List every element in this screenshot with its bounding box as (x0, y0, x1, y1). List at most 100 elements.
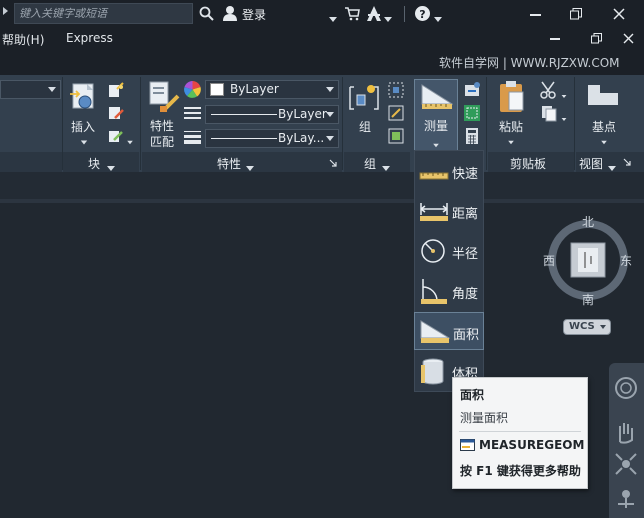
svg-text:?: ? (419, 8, 425, 21)
steering-wheel-icon[interactable] (614, 376, 638, 400)
quick-select-icon[interactable] (463, 104, 481, 122)
id-point-icon[interactable] (463, 81, 481, 99)
login-link[interactable]: 登录 (242, 6, 266, 23)
properties-dialog-launcher-icon[interactable] (329, 159, 337, 167)
color-dropdown[interactable]: ByLayer (205, 80, 339, 99)
help-icon[interactable]: ? (414, 5, 431, 22)
edit-block-icon[interactable] (107, 104, 125, 122)
ucs-menu[interactable]: WCS (563, 319, 611, 335)
panel-footer-block[interactable] (63, 152, 139, 172)
tooltip-help-hint: 按 F1 键获得更多帮助 (460, 464, 581, 478)
linetype-preview (211, 114, 277, 115)
tooltip-divider (459, 431, 581, 432)
menu-help[interactable]: 帮助(H) (2, 31, 44, 48)
linetype-icon[interactable] (184, 106, 201, 121)
menu-item-distance[interactable]: 距离 (414, 192, 484, 230)
match-properties-label-2[interactable]: 匹配 (150, 133, 174, 150)
color-wheel-icon[interactable] (184, 81, 201, 98)
groups-panel-title[interactable]: 组 (364, 155, 376, 172)
viewcube-west[interactable]: 西 (543, 252, 555, 269)
menu-item-quick[interactable]: 快速 (414, 152, 484, 190)
match-properties-icon[interactable] (148, 80, 180, 114)
lineweight-preview (211, 138, 277, 139)
viewcube-south[interactable]: 南 (582, 291, 594, 308)
paste-dropdown-arrow[interactable] (507, 134, 515, 148)
group-button[interactable]: 组 (359, 118, 371, 135)
viewcube-east[interactable]: 东 (620, 252, 632, 269)
measure-dropdown-arrow[interactable] (432, 137, 440, 151)
calculator-icon[interactable] (463, 127, 481, 145)
pan-hand-icon[interactable] (614, 420, 638, 444)
block-panel-title[interactable]: 块 (88, 155, 100, 172)
layer-dropdown[interactable] (0, 80, 61, 99)
panel-footer-groups[interactable] (344, 152, 410, 172)
panel-separator (140, 77, 141, 170)
view-dialog-launcher-icon[interactable] (623, 158, 631, 166)
area-icon (420, 320, 450, 343)
search-box[interactable] (14, 3, 193, 24)
copy-icon[interactable] (540, 104, 558, 122)
angle-icon (421, 279, 447, 304)
lineweight-icon[interactable] (184, 130, 201, 145)
attributes-dropdown-arrow[interactable] (126, 134, 134, 148)
base-view-icon[interactable] (586, 83, 620, 107)
view-panel-title[interactable]: 视图 (579, 155, 603, 172)
paste-button[interactable]: 粘贴 (499, 118, 523, 135)
panel-separator (574, 77, 575, 170)
quick-measure-icon (419, 172, 449, 180)
base-view-button[interactable]: 基点 (592, 118, 616, 135)
insert-dropdown-arrow[interactable] (80, 134, 88, 148)
menu-item-angle-label: 角度 (452, 287, 479, 302)
radius-icon (421, 239, 445, 263)
a360-dropdown-arrow[interactable] (384, 11, 392, 25)
user-icon[interactable] (222, 5, 238, 21)
orbit-icon[interactable] (614, 486, 638, 510)
cut-dropdown-arrow[interactable] (560, 88, 568, 102)
menu-item-angle[interactable]: 角度 (414, 272, 484, 310)
ungroup-icon[interactable] (387, 81, 405, 99)
minimize-icon[interactable] (530, 14, 541, 16)
panel-footer-layer (0, 152, 62, 172)
menu-item-radius[interactable]: 半径 (414, 232, 484, 270)
account-dropdown-arrow[interactable] (329, 11, 337, 25)
doc-minimize-icon[interactable] (550, 38, 560, 40)
restore-icon[interactable] (570, 8, 582, 20)
doc-close-icon[interactable] (623, 33, 634, 44)
panel-separator (486, 77, 487, 170)
measure-button-label: 测量 (424, 119, 449, 133)
menu-item-area[interactable]: 面积 (414, 312, 484, 350)
search-input[interactable] (15, 4, 192, 23)
block-attributes-icon[interactable] (107, 127, 125, 145)
autodesk-a360-icon[interactable] (366, 6, 382, 21)
volume-icon (421, 358, 444, 385)
linetype-dropdown-value: ByLayer (278, 107, 327, 121)
lineweight-dropdown-value: ByLay... (278, 131, 325, 145)
cart-icon[interactable] (345, 7, 360, 21)
help-dropdown-arrow[interactable] (434, 11, 442, 25)
clipboard-panel-title[interactable]: 剪贴板 (510, 155, 546, 172)
search-expand-icon[interactable] (3, 7, 8, 15)
paste-icon[interactable] (497, 80, 527, 114)
group-icon[interactable] (347, 81, 381, 115)
close-icon[interactable] (613, 8, 625, 20)
create-block-icon[interactable] (107, 81, 125, 99)
viewcube-north[interactable]: 北 (582, 213, 594, 230)
linetype-dropdown[interactable]: ByLayer (205, 105, 339, 124)
base-view-dropdown-arrow[interactable] (600, 134, 608, 148)
doc-restore-icon[interactable] (591, 33, 602, 44)
search-icon[interactable] (199, 6, 214, 21)
insert-button[interactable]: 插入 (71, 118, 95, 135)
command-line-icon (460, 439, 475, 451)
cut-icon[interactable] (540, 81, 558, 99)
match-properties-label-1[interactable]: 特性 (150, 117, 174, 134)
panel-footer-properties[interactable] (142, 152, 342, 172)
copy-dropdown-arrow[interactable] (560, 111, 568, 125)
lineweight-dropdown[interactable]: ByLay... (205, 129, 339, 148)
group-edit-icon[interactable] (387, 104, 405, 122)
menu-express[interactable]: Express (66, 31, 113, 45)
tooltip-title: 面积 (460, 388, 485, 402)
insert-block-icon[interactable] (67, 80, 101, 114)
zoom-extents-icon[interactable] (614, 452, 638, 476)
group-selection-icon[interactable] (387, 127, 405, 145)
properties-panel-title[interactable]: 特性 (217, 155, 241, 172)
